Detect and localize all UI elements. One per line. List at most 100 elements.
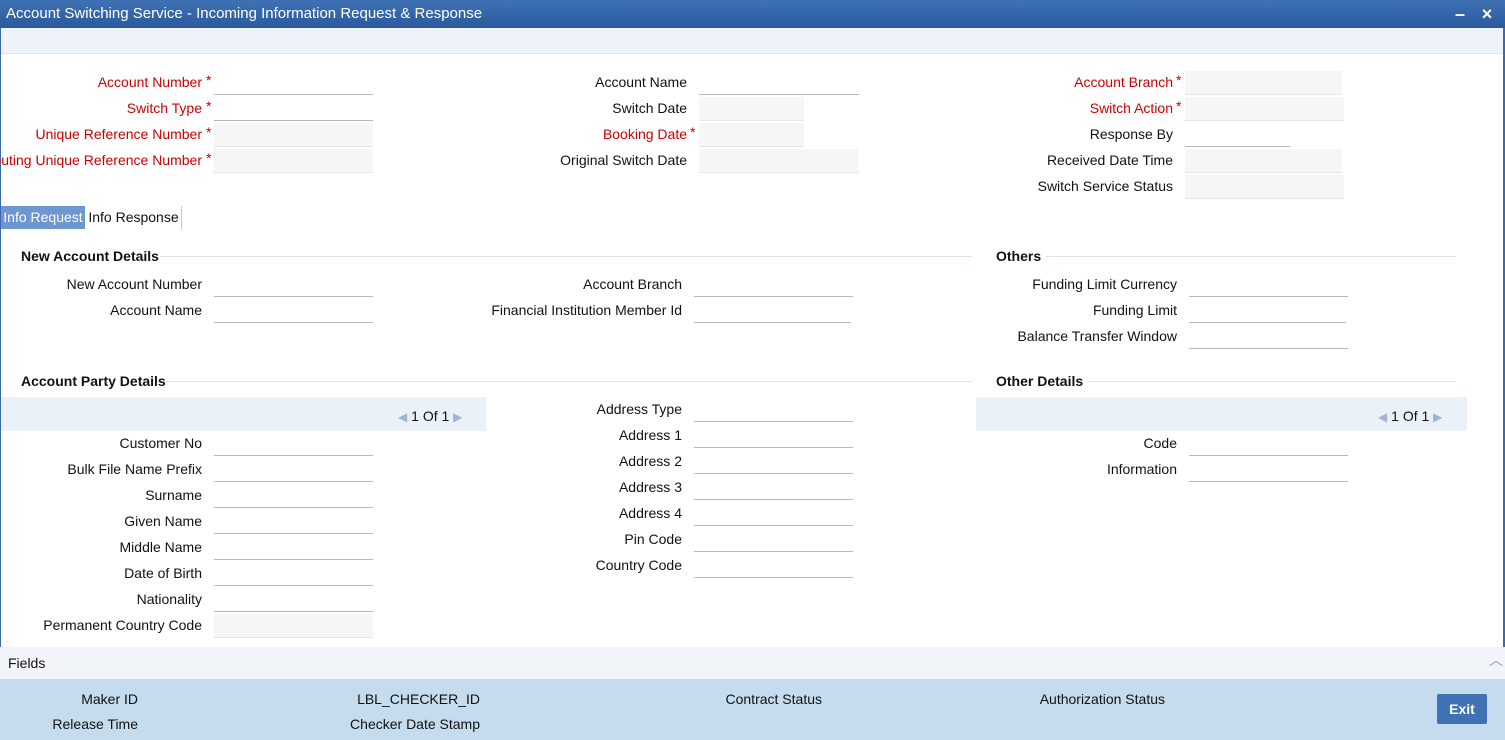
release-time-label: Release Time bbox=[52, 716, 138, 732]
received-date-time-input[interactable] bbox=[1185, 149, 1342, 173]
collapse-up-icon[interactable]: ︿ bbox=[1489, 650, 1503, 670]
unique-reference-number-input[interactable] bbox=[214, 123, 373, 147]
next-record-icon[interactable]: ▶ bbox=[453, 410, 462, 424]
pager-of: Of bbox=[1402, 408, 1418, 424]
customer-no-input[interactable] bbox=[214, 432, 373, 456]
new-account-number-input[interactable] bbox=[214, 273, 373, 297]
nationality-input[interactable] bbox=[214, 588, 373, 612]
address-3-label: Address 3 bbox=[618, 479, 682, 495]
switch-date-input[interactable] bbox=[699, 97, 804, 121]
surname-input[interactable] bbox=[214, 484, 373, 508]
account-name-input[interactable] bbox=[699, 71, 859, 95]
address-type-label: Address Type bbox=[596, 401, 682, 417]
toolbar-strip bbox=[0, 28, 1505, 54]
fi-member-id-input[interactable] bbox=[694, 299, 851, 323]
account-party-details-heading: Account Party Details bbox=[21, 373, 166, 389]
audit-footer bbox=[0, 679, 1505, 740]
account-branch-input[interactable] bbox=[1185, 71, 1342, 95]
fi-member-id-label: Financial Institution Member Id bbox=[491, 302, 682, 318]
code-label: Code bbox=[1143, 435, 1177, 451]
section-divider bbox=[165, 381, 972, 382]
booking-date-label: Booking Date bbox=[602, 126, 687, 142]
address-1-label: Address 1 bbox=[618, 427, 682, 443]
account-name-label: Account Name bbox=[595, 74, 687, 90]
fields-link[interactable]: Fields bbox=[8, 655, 45, 671]
other-details-heading: Other Details bbox=[996, 373, 1084, 389]
bulk-file-name-prefix-label: Bulk File Name Prefix bbox=[67, 461, 202, 477]
account-branch-label: Account Branch bbox=[1074, 74, 1173, 90]
account-number-label: Account Number bbox=[97, 74, 202, 90]
section-divider bbox=[160, 256, 972, 257]
code-input[interactable] bbox=[1189, 432, 1348, 456]
funding-limit-currency-label: Funding Limit Currency bbox=[1032, 276, 1177, 292]
response-by-input[interactable] bbox=[1185, 123, 1290, 147]
balance-transfer-window-input[interactable] bbox=[1189, 325, 1348, 349]
routing-unique-reference-number-required-mark: * bbox=[206, 150, 212, 166]
original-switch-date-input[interactable] bbox=[699, 149, 858, 173]
account-branch-required-mark: * bbox=[1176, 72, 1182, 88]
exit-button[interactable]: Exit bbox=[1437, 694, 1487, 724]
original-switch-date-label: Original Switch Date bbox=[560, 152, 687, 168]
date-of-birth-input[interactable] bbox=[214, 562, 373, 586]
address-2-label: Address 2 bbox=[618, 453, 682, 469]
minimize-icon[interactable]: – bbox=[1450, 4, 1470, 24]
address-2-input[interactable] bbox=[694, 450, 853, 474]
prev-record-icon[interactable]: ◀ bbox=[1378, 410, 1387, 424]
address-4-label: Address 4 bbox=[618, 505, 682, 521]
switch-date-label: Switch Date bbox=[612, 100, 687, 116]
new-account-number-label: New Account Number bbox=[66, 276, 202, 292]
bulk-file-name-prefix-input[interactable] bbox=[214, 458, 373, 482]
close-icon[interactable]: × bbox=[1477, 4, 1497, 24]
funding-limit-label: Funding Limit bbox=[1092, 302, 1177, 318]
funding-limit-input[interactable] bbox=[1189, 299, 1346, 323]
new-account-name-label: Account Name bbox=[110, 302, 202, 318]
routing-unique-reference-number-label: Routing Unique Reference Number bbox=[0, 152, 202, 168]
address-3-input[interactable] bbox=[694, 476, 853, 500]
middle-name-input[interactable] bbox=[214, 536, 373, 560]
address-1-input[interactable] bbox=[694, 424, 853, 448]
middle-name-label: Middle Name bbox=[119, 539, 202, 555]
pager-total: 1 bbox=[441, 408, 450, 424]
party-pager: ◀ 1 Of 1 ▶ bbox=[398, 408, 462, 424]
address-type-input[interactable] bbox=[694, 398, 853, 422]
balance-transfer-window-label: Balance Transfer Window bbox=[1017, 328, 1177, 344]
address-4-input[interactable] bbox=[694, 502, 853, 526]
prev-record-icon[interactable]: ◀ bbox=[398, 410, 407, 424]
booking-date-input[interactable] bbox=[699, 123, 804, 147]
tab-info-request[interactable]: Info Request bbox=[1, 206, 85, 229]
switch-action-label: Switch Action bbox=[1089, 100, 1173, 116]
section-divider bbox=[1088, 381, 1456, 382]
contract-status-label: Contract Status bbox=[725, 691, 823, 707]
switch-service-status-label: Switch Service Status bbox=[1037, 178, 1173, 194]
switch-service-status-input[interactable] bbox=[1185, 175, 1344, 199]
account-number-input[interactable] bbox=[214, 71, 373, 95]
received-date-time-label: Received Date Time bbox=[1046, 152, 1173, 168]
given-name-label: Given Name bbox=[124, 513, 202, 529]
funding-limit-currency-input[interactable] bbox=[1189, 273, 1348, 297]
new-account-details-heading: New Account Details bbox=[21, 248, 159, 264]
checker-date-stamp-label: Checker Date Stamp bbox=[350, 716, 480, 732]
booking-date-required-mark: * bbox=[690, 124, 696, 140]
nationality-label: Nationality bbox=[136, 591, 202, 607]
unique-reference-number-required-mark: * bbox=[206, 124, 212, 140]
fields-bar bbox=[0, 647, 1505, 679]
information-input[interactable] bbox=[1189, 458, 1348, 482]
tab-info-response[interactable]: Info Response bbox=[86, 206, 182, 229]
switch-type-input[interactable] bbox=[214, 97, 373, 121]
pin-code-label: Pin Code bbox=[624, 531, 682, 547]
new-account-name-input[interactable] bbox=[214, 299, 373, 323]
given-name-input[interactable] bbox=[214, 510, 373, 534]
checker-id-label: LBL_CHECKER_ID bbox=[357, 691, 480, 707]
account-number-required-mark: * bbox=[206, 72, 212, 88]
customer-no-label: Customer No bbox=[119, 435, 202, 451]
routing-unique-reference-number-input[interactable] bbox=[214, 149, 373, 173]
next-record-icon[interactable]: ▶ bbox=[1433, 410, 1442, 424]
country-code-input[interactable] bbox=[694, 554, 853, 578]
maker-id-label: Maker ID bbox=[81, 691, 138, 707]
pin-code-input[interactable] bbox=[694, 528, 853, 552]
pager-total: 1 bbox=[1421, 408, 1430, 424]
new-account-branch-input[interactable] bbox=[694, 273, 853, 297]
switch-action-input[interactable] bbox=[1185, 97, 1344, 121]
others-heading: Others bbox=[996, 248, 1042, 264]
permanent-country-code-input[interactable] bbox=[214, 614, 373, 638]
